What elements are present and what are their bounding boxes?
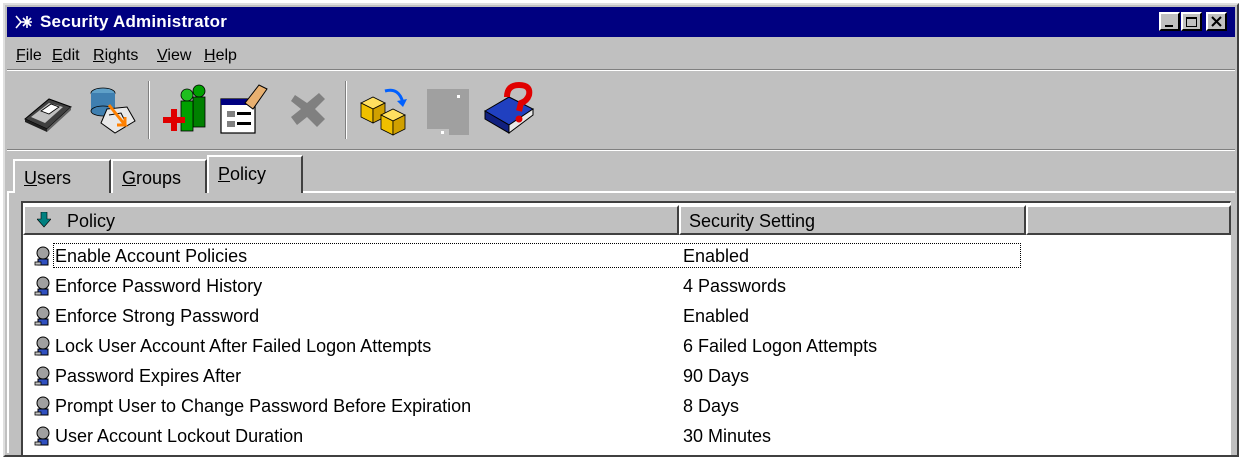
- policy-icon: [34, 276, 50, 296]
- tab-groups-label: Groups: [122, 168, 182, 188]
- menu-view[interactable]: View: [157, 47, 191, 65]
- maximize-button[interactable]: [1181, 12, 1202, 31]
- tab-users[interactable]: Users: [13, 159, 111, 193]
- tab-policy-label: Policy: [218, 164, 267, 184]
- menu-divider: [7, 69, 1235, 71]
- policy-name: Enforce Password History: [55, 276, 263, 296]
- security-setting: 8 Days: [683, 396, 740, 416]
- save-disk-icon[interactable]: [19, 81, 77, 139]
- table-row[interactable]: Password Expires After 90 Days: [33, 363, 1223, 390]
- close-button[interactable]: [1206, 12, 1227, 31]
- policy-name: Lock User Account After Failed Logon Att…: [55, 336, 432, 356]
- column-header-policy[interactable]: Policy: [23, 205, 679, 235]
- toolbar: [7, 73, 1235, 149]
- edit-properties-icon[interactable]: [215, 81, 273, 139]
- app-window: Security Administrator File Edit Rights …: [3, 3, 1239, 457]
- policy-list[interactable]: Policy Security Setting Enable Account P…: [21, 201, 1231, 455]
- policy-icon: [34, 396, 50, 416]
- app-icon: [13, 12, 35, 32]
- toolbar-separator: [345, 81, 347, 139]
- security-setting: Enabled: [683, 246, 750, 266]
- menu-bar: File Edit Rights View Help: [7, 39, 1235, 69]
- policy-icon: [34, 366, 50, 386]
- menu-edit[interactable]: Edit: [52, 47, 80, 65]
- table-row[interactable]: Enforce Strong Password Enabled: [33, 303, 1223, 330]
- toolbar-divider: [7, 149, 1235, 151]
- disabled-tool-icon[interactable]: [419, 81, 477, 139]
- column-header-policy-label: Policy: [67, 211, 116, 231]
- maximize-icon: [1186, 17, 1197, 27]
- minimize-icon: [1165, 25, 1173, 27]
- policy-name: Password Expires After: [55, 366, 242, 386]
- menu-file[interactable]: File: [16, 47, 42, 65]
- sort-arrow-icon: [37, 212, 51, 228]
- menu-rights[interactable]: Rights: [93, 47, 138, 65]
- minimize-button[interactable]: [1159, 12, 1180, 31]
- help-book-icon[interactable]: [479, 81, 537, 139]
- refresh-cubes-icon[interactable]: [355, 81, 413, 139]
- window-title: Security Administrator: [40, 12, 228, 31]
- database-import-icon[interactable]: [81, 81, 139, 139]
- policy-name: Prompt User to Change Password Before Ex…: [55, 396, 472, 416]
- security-setting: 90 Days: [683, 366, 750, 386]
- table-row[interactable]: Enable Account Policies Enabled: [33, 243, 1223, 270]
- policy-icon: [34, 306, 50, 326]
- security-setting: 30 Minutes: [683, 426, 772, 446]
- policy-icon: [34, 336, 50, 356]
- policy-icon: [34, 426, 50, 446]
- toolbar-separator: [148, 81, 150, 139]
- table-row[interactable]: Lock User Account After Failed Logon Att…: [33, 333, 1223, 360]
- tab-policy[interactable]: Policy: [207, 155, 303, 193]
- delete-icon[interactable]: [281, 81, 339, 139]
- security-setting: Enabled: [683, 306, 750, 326]
- tab-groups[interactable]: Groups: [111, 159, 207, 193]
- table-row[interactable]: User Account Lockout Duration 30 Minutes: [33, 423, 1223, 450]
- policy-icon: [34, 246, 50, 266]
- column-header-setting[interactable]: Security Setting: [679, 205, 1026, 235]
- security-setting: 4 Passwords: [683, 276, 787, 296]
- title-bar[interactable]: Security Administrator: [7, 7, 1235, 37]
- policy-name: User Account Lockout Duration: [55, 426, 304, 446]
- close-icon: [1211, 16, 1222, 27]
- column-header-setting-label: Security Setting: [689, 211, 816, 231]
- column-header-empty[interactable]: [1026, 205, 1231, 235]
- table-row[interactable]: Prompt User to Change Password Before Ex…: [33, 393, 1223, 420]
- tab-strip: Users Groups Policy: [7, 153, 1235, 201]
- tab-users-label: Users: [24, 168, 72, 188]
- menu-help[interactable]: Help: [204, 47, 237, 65]
- add-users-icon[interactable]: [159, 81, 217, 139]
- table-row[interactable]: Enforce Password History 4 Passwords: [33, 273, 1223, 300]
- policy-name: Enforce Strong Password: [55, 306, 260, 326]
- security-setting: 6 Failed Logon Attempts: [683, 336, 878, 356]
- policy-name: Enable Account Policies: [55, 246, 248, 266]
